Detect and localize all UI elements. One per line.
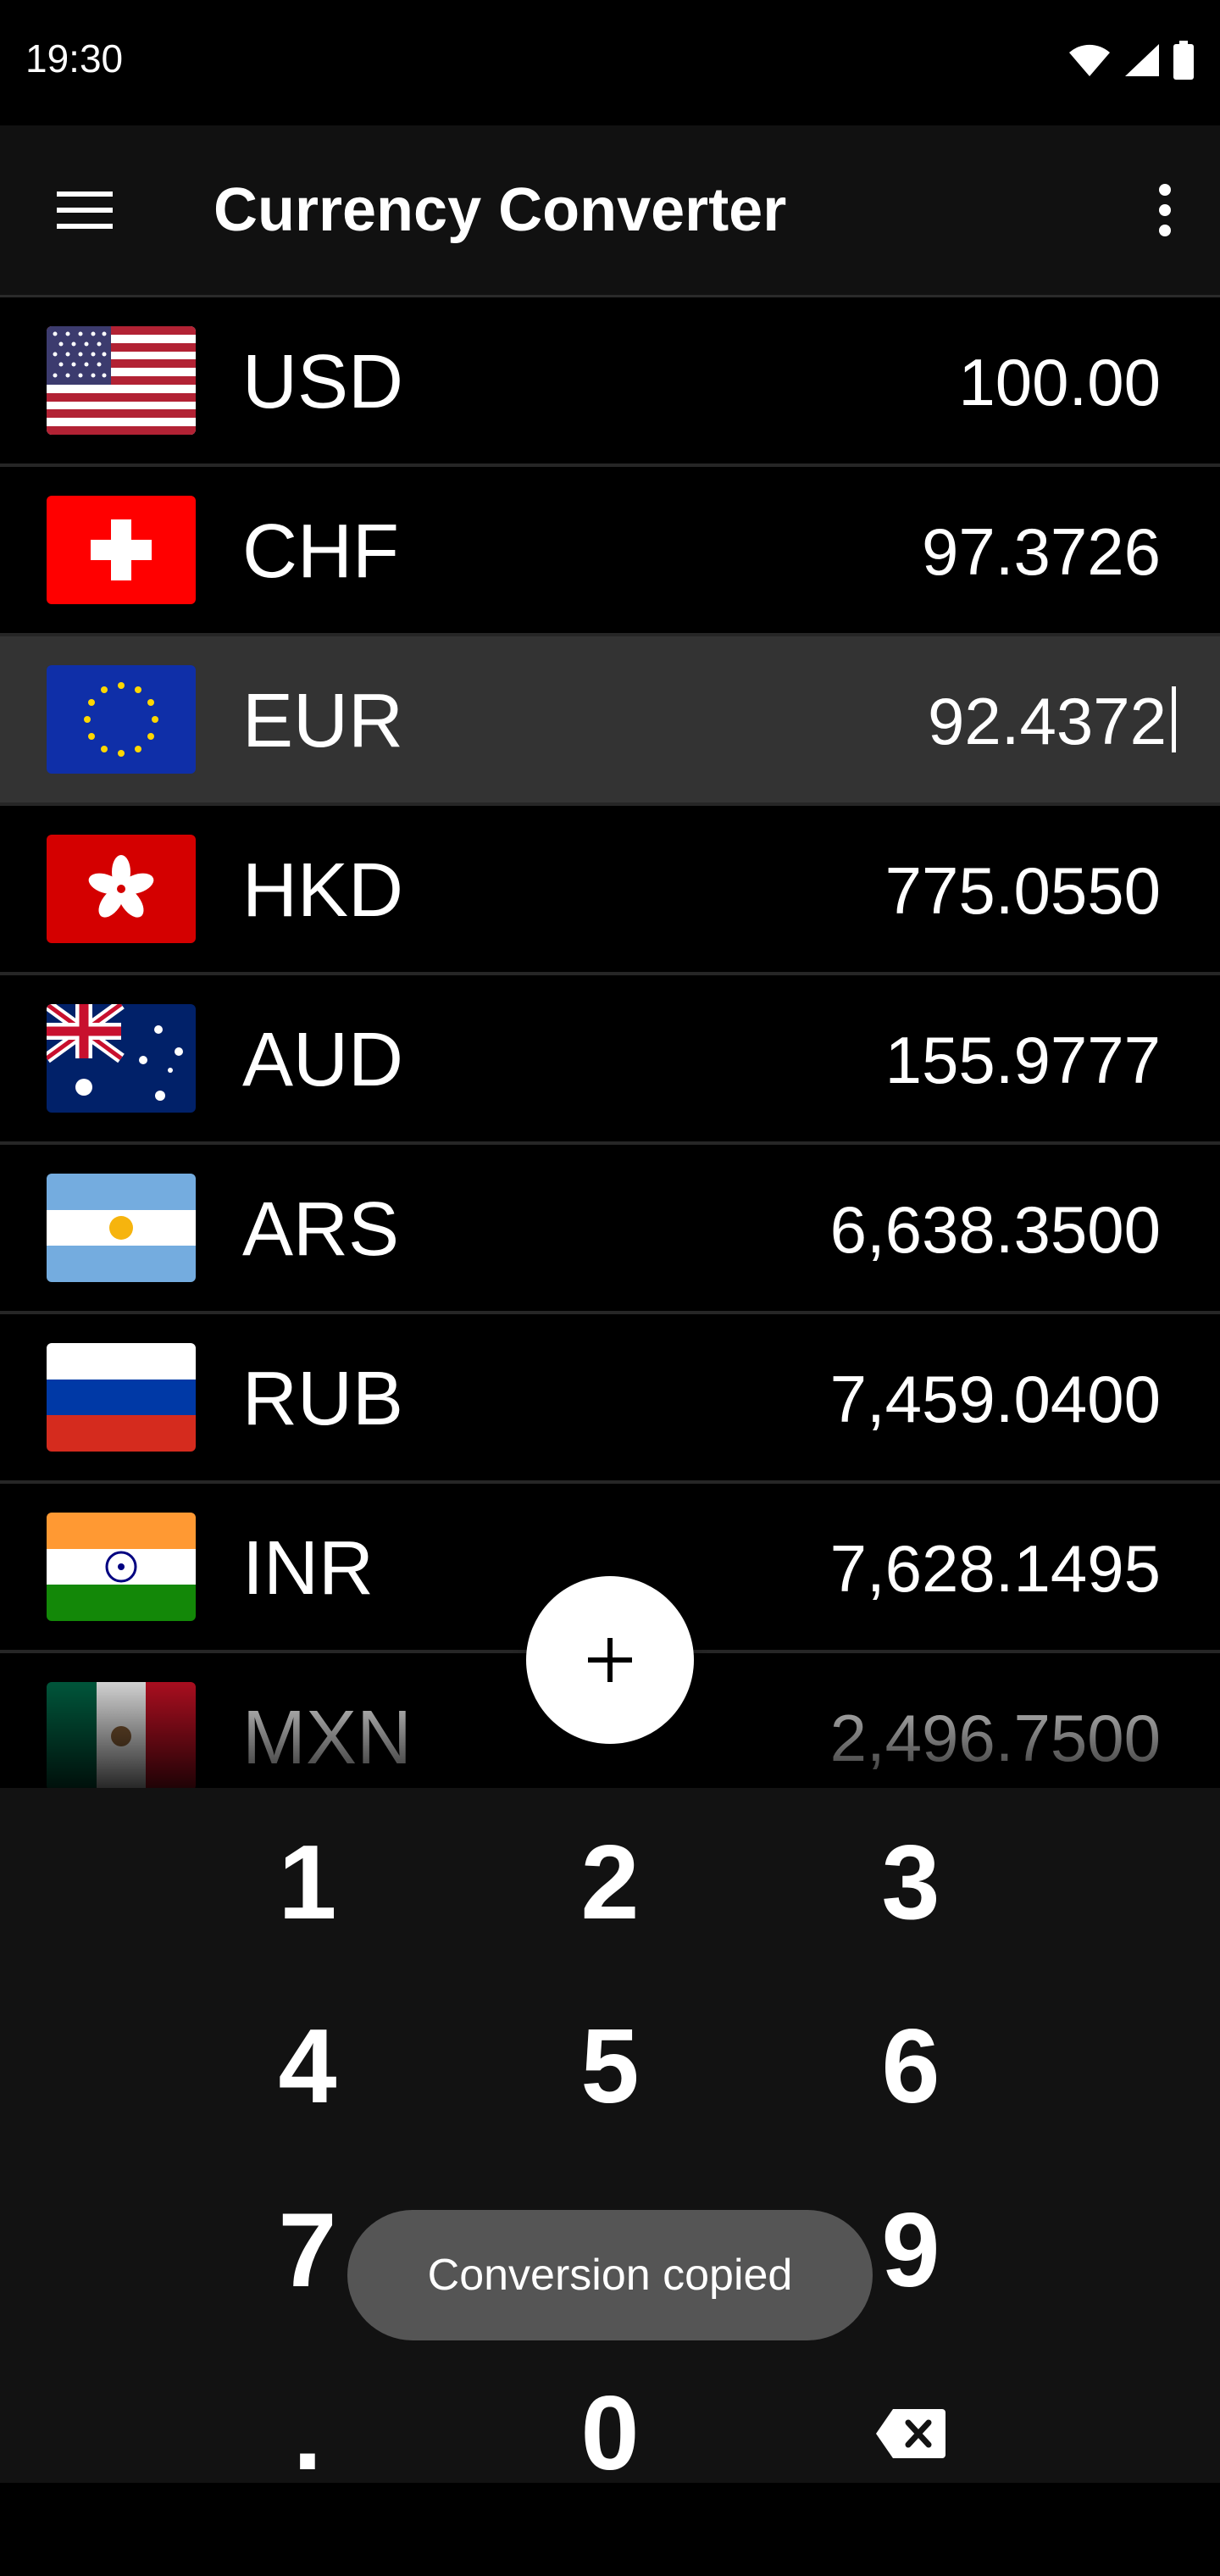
backspace-icon: [876, 2409, 946, 2458]
currency-amount[interactable]: 155.9777: [885, 1021, 1161, 1099]
hamburger-menu-icon: [57, 192, 113, 229]
key-4[interactable]: 4: [180, 1982, 435, 2151]
plus-icon: [588, 1638, 632, 1682]
text-cursor: [1172, 686, 1176, 752]
currency-list: USD 100.00 CHF 97.3726 EUR 92.4372 HKD 7…: [0, 297, 1220, 1788]
key-2[interactable]: 2: [483, 1798, 737, 1968]
wifi-icon: [1069, 44, 1110, 76]
flag-russia-icon: [47, 1343, 196, 1452]
flag-india-icon: [47, 1513, 196, 1621]
system-navigation-bar: [0, 2483, 1220, 2576]
currency-row-rub[interactable]: RUB 7,459.0400: [0, 1314, 1220, 1484]
currency-amount[interactable]: 2,496.7500: [830, 1699, 1161, 1777]
currency-amount[interactable]: 775.0550: [885, 852, 1161, 930]
more-vert-icon: [1159, 184, 1171, 236]
flag-australia-icon: [47, 1004, 196, 1113]
key-6[interactable]: 6: [784, 1982, 1038, 2151]
flag-argentina-icon: [47, 1174, 196, 1282]
currency-row-eur[interactable]: EUR 92.4372: [0, 636, 1220, 806]
status-icons: [1068, 39, 1195, 81]
key-5[interactable]: 5: [483, 1982, 737, 2151]
key-1[interactable]: 1: [180, 1798, 435, 1968]
currency-code: EUR: [242, 679, 404, 763]
currency-code: HKD: [242, 848, 404, 933]
currency-amount[interactable]: 7,628.1495: [830, 1530, 1161, 1607]
toast-message: Conversion copied: [347, 2210, 873, 2340]
currency-amount[interactable]: 6,638.3500: [830, 1191, 1161, 1269]
currency-amount[interactable]: 7,459.0400: [830, 1360, 1161, 1438]
currency-code: INR: [242, 1526, 374, 1611]
app-bar: Currency Converter: [0, 125, 1220, 297]
status-time: 19:30: [25, 36, 124, 80]
currency-row-usd[interactable]: USD 100.00: [0, 297, 1220, 467]
currency-code: CHF: [242, 509, 399, 594]
currency-row-hkd[interactable]: HKD 775.0550: [0, 806, 1220, 975]
battery-icon: [1173, 41, 1194, 80]
currency-row-chf[interactable]: CHF 97.3726: [0, 467, 1220, 636]
flag-mexico-icon: [47, 1682, 196, 1788]
currency-row-ars[interactable]: ARS 6,638.3500: [0, 1145, 1220, 1314]
flag-eu-icon: [47, 665, 196, 774]
currency-code: USD: [242, 340, 404, 425]
overflow-menu-button[interactable]: [1135, 168, 1195, 253]
currency-code: ARS: [242, 1187, 400, 1272]
key-3[interactable]: 3: [784, 1798, 1038, 1968]
app-title: Currency Converter: [214, 176, 787, 244]
flag-switzerland-icon: [47, 496, 196, 604]
currency-code: AUD: [242, 1018, 404, 1102]
flag-hong-kong-icon: [47, 835, 196, 943]
currency-amount[interactable]: 97.3726: [922, 513, 1161, 591]
add-currency-button[interactable]: [526, 1576, 694, 1744]
currency-amount[interactable]: 100.00: [958, 343, 1161, 421]
cell-signal-icon: [1125, 44, 1159, 76]
currency-amount-input[interactable]: 92.4372: [928, 682, 1176, 760]
currency-row-aud[interactable]: AUD 155.9777: [0, 975, 1220, 1145]
status-bar: 19:30: [0, 0, 1220, 125]
numeric-keypad: 1 2 3 4 5 6 7 8 9 . 0: [0, 1788, 1220, 2492]
currency-code: MXN: [242, 1696, 412, 1780]
currency-code: RUB: [242, 1357, 404, 1441]
menu-button[interactable]: [42, 176, 127, 244]
currency-amount: 92.4372: [928, 684, 1167, 758]
flag-usa-icon: [47, 326, 196, 435]
